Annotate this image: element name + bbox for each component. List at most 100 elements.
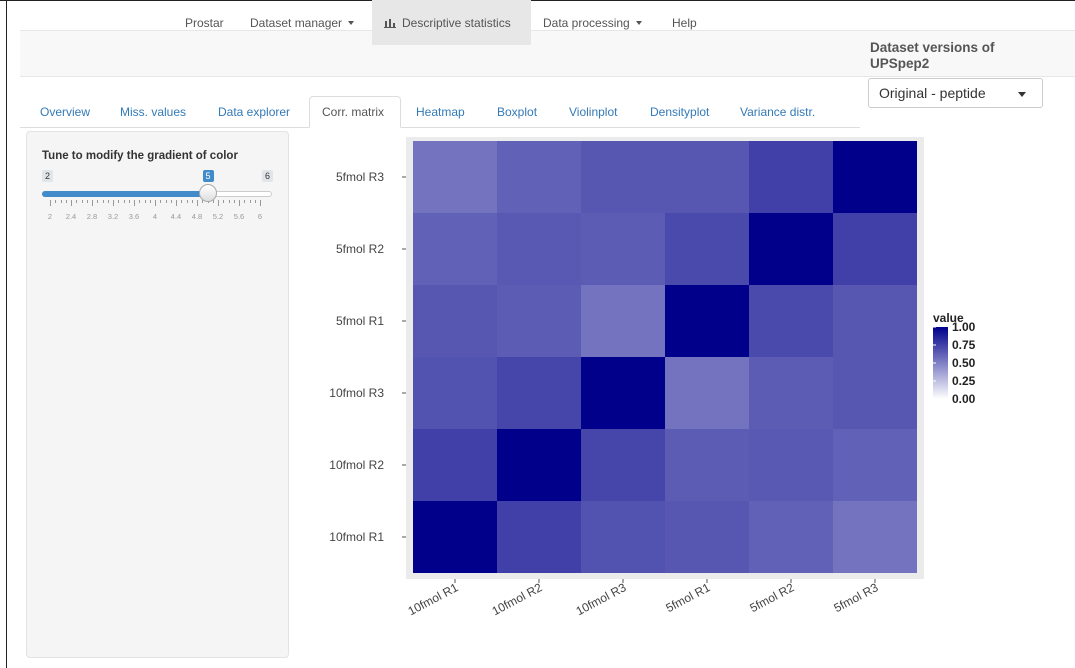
slider-minor-tick [139,200,141,203]
x-tick-label: 5fmol R3 [831,580,880,615]
legend-tick-label: 0.75 [952,338,976,352]
slider-fill [42,191,208,197]
slider-tick [134,200,135,206]
slider-minor-tick [81,200,83,203]
slider-minor-tick [118,200,120,203]
heatmap-cell [833,285,917,357]
window-frame-left [6,0,7,668]
slider-tick [218,200,219,206]
slider-handle[interactable] [198,184,217,202]
heatmap-cell [413,213,497,285]
nav-label: Data processing [543,15,630,30]
heatmap-cell [497,429,581,501]
heatmap-cell [581,285,665,357]
x-tick-label: 5fmol R2 [747,580,796,615]
slider-minor-tick [102,200,104,203]
heatmap-cell [413,429,497,501]
tab-variance-distr[interactable]: Variance distr. [728,96,827,128]
slider-tick-label: 3.2 [107,212,119,221]
tab-boxplot[interactable]: Boxplot [485,96,549,128]
slider-tick [260,200,261,206]
heatmap-cell [497,141,581,213]
nav-label: Dataset manager [250,15,343,30]
tab-label: Densityplot [650,105,710,119]
heatmap-cell [581,141,665,213]
slider-minor-tick [55,200,57,203]
slider-minor-tick [186,200,188,203]
slider-tick-label: 2 [47,212,53,221]
slider-tick-label: 6 [257,212,263,221]
nav-dataset-manager[interactable]: Dataset manager [238,0,366,45]
tab-densityplot[interactable]: Densityplot [638,96,721,128]
tab-overview[interactable]: Overview [28,96,102,128]
slider-minor-tick [170,200,172,203]
slider-minor-tick [123,200,125,203]
slider-minor-tick [228,200,230,203]
slider-minor-tick [60,200,62,203]
y-tick-label: 5fmol R2 [336,242,384,256]
slider-tick-label: 4 [152,212,158,221]
x-tick-label: 10fmol R3 [574,580,629,618]
slider-minor-tick [97,200,99,203]
correlation-heatmap: 10fmol R1 10fmol R2 10fmol R3 5fmol R1 5fmol… [329,137,976,618]
tab-label: Variance distr. [740,105,816,119]
heatmap-cell [665,141,749,213]
heatmap-cell [413,285,497,357]
heatmap-cell [665,285,749,357]
heatmap-cell [749,501,833,573]
heatmap-cell [749,429,833,501]
y-tick-label: 10fmol R2 [329,458,384,472]
slider-min-badge: 2 [42,170,54,182]
heatmap-cell [749,357,833,429]
slider-minor-tick [144,200,146,203]
legend-tick-label: 0.25 [952,374,976,388]
slider-tick [113,200,114,206]
heatmap-cell [497,501,581,573]
heatmap-cell [749,285,833,357]
slider-tick-label: 4.4 [170,212,182,221]
heatmap-cell [581,501,665,573]
tab-label: Corr. matrix [322,105,385,119]
tab-miss-values[interactable]: Miss. values [108,96,198,128]
heatmap-cell [833,429,917,501]
slider-tick [92,200,93,206]
nav-brand-label: Prostar [185,15,224,30]
slider-minor-tick [128,200,130,203]
heatmap-cell [665,357,749,429]
caret-down-icon [348,20,355,25]
slider-minor-tick [191,200,193,203]
heatmap-cell [581,429,665,501]
nav-help[interactable]: Help [660,0,709,45]
nav-data-processing[interactable]: Data processing [531,0,654,45]
heatmap-cell [833,357,917,429]
slider-tick-label: 2.4 [65,212,77,221]
nav-label: Help [672,15,697,30]
tab-data-explorer[interactable]: Data explorer [206,96,302,128]
dataset-version-select[interactable]: Original - peptide [868,78,1043,108]
slider-minor-tick [76,200,78,203]
slider-tick-label: 3.6 [128,212,140,221]
tab-heatmap[interactable]: Heatmap [404,96,477,128]
heatmap-cell [497,213,581,285]
tab-violinplot[interactable]: Violinplot [557,96,629,128]
caret-down-icon [1018,92,1026,97]
slider-value-badge: 5 [202,170,214,182]
nav-descriptive-statistics[interactable]: Descriptive statistics [372,0,531,45]
slider-tick-label: 5.2 [212,212,224,221]
slider-tick [50,200,51,206]
legend-tick-label: 0.00 [952,392,976,406]
slider-tick [239,200,240,206]
nav-brand-prostar[interactable]: Prostar [173,0,236,45]
heatmap-cell [833,213,917,285]
heatmap-cell [581,357,665,429]
heatmap-cell [833,141,917,213]
legend-tick-label: 1.00 [952,320,976,334]
tab-label: Violinplot [569,105,618,119]
slider-tick [71,200,72,206]
slider-minor-tick [181,200,183,203]
tab-label: Miss. values [120,105,187,119]
tab-corr-matrix[interactable]: Corr. matrix [309,96,401,128]
heatmap-cell [665,213,749,285]
legend-tick-label: 0.50 [952,356,976,370]
tab-label: Overview [40,105,91,119]
